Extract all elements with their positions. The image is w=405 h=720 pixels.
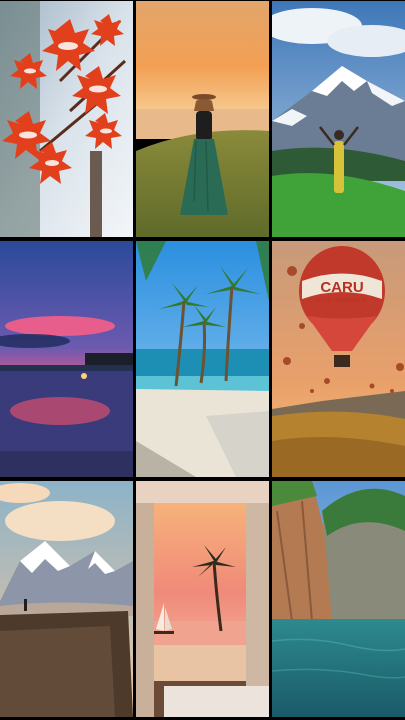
photo-bedroom-ocean-view[interactable] (136, 481, 269, 717)
photo-tropical-palms-beach[interactable] (136, 241, 269, 477)
tropical-palms-beach-image (136, 241, 269, 477)
photo-hot-air-balloons[interactable]: CARU HOTEL CAPPADOCIA (272, 241, 405, 477)
woman-sunset-field-image (136, 1, 269, 237)
snowy-peaks-cliff-image (0, 481, 133, 717)
snowy-maple-image (0, 1, 133, 237)
bedroom-ocean-view-image (136, 481, 269, 717)
photo-snowy-peaks-cliff[interactable] (0, 481, 133, 717)
hot-air-balloons-image: CARU HOTEL CAPPADOCIA (272, 241, 405, 477)
balloon-brand-text: CARU (320, 279, 363, 296)
photo-collage-grid: CARU HOTEL CAPPADOCIA (0, 0, 405, 720)
photo-mountain-meadow[interactable] (272, 1, 405, 237)
photo-snowy-maple[interactable] (0, 1, 133, 237)
limestone-cliffs-lagoon-image (272, 481, 405, 717)
photo-pink-sunset-beach[interactable] (0, 241, 133, 477)
balloon-subtext: HOTEL CAPPADOCIA (317, 298, 368, 304)
pink-sunset-beach-image (0, 241, 133, 477)
photo-woman-sunset-field[interactable] (136, 1, 269, 237)
photo-limestone-cliffs-lagoon[interactable] (272, 481, 405, 717)
mountain-meadow-image (272, 1, 405, 237)
